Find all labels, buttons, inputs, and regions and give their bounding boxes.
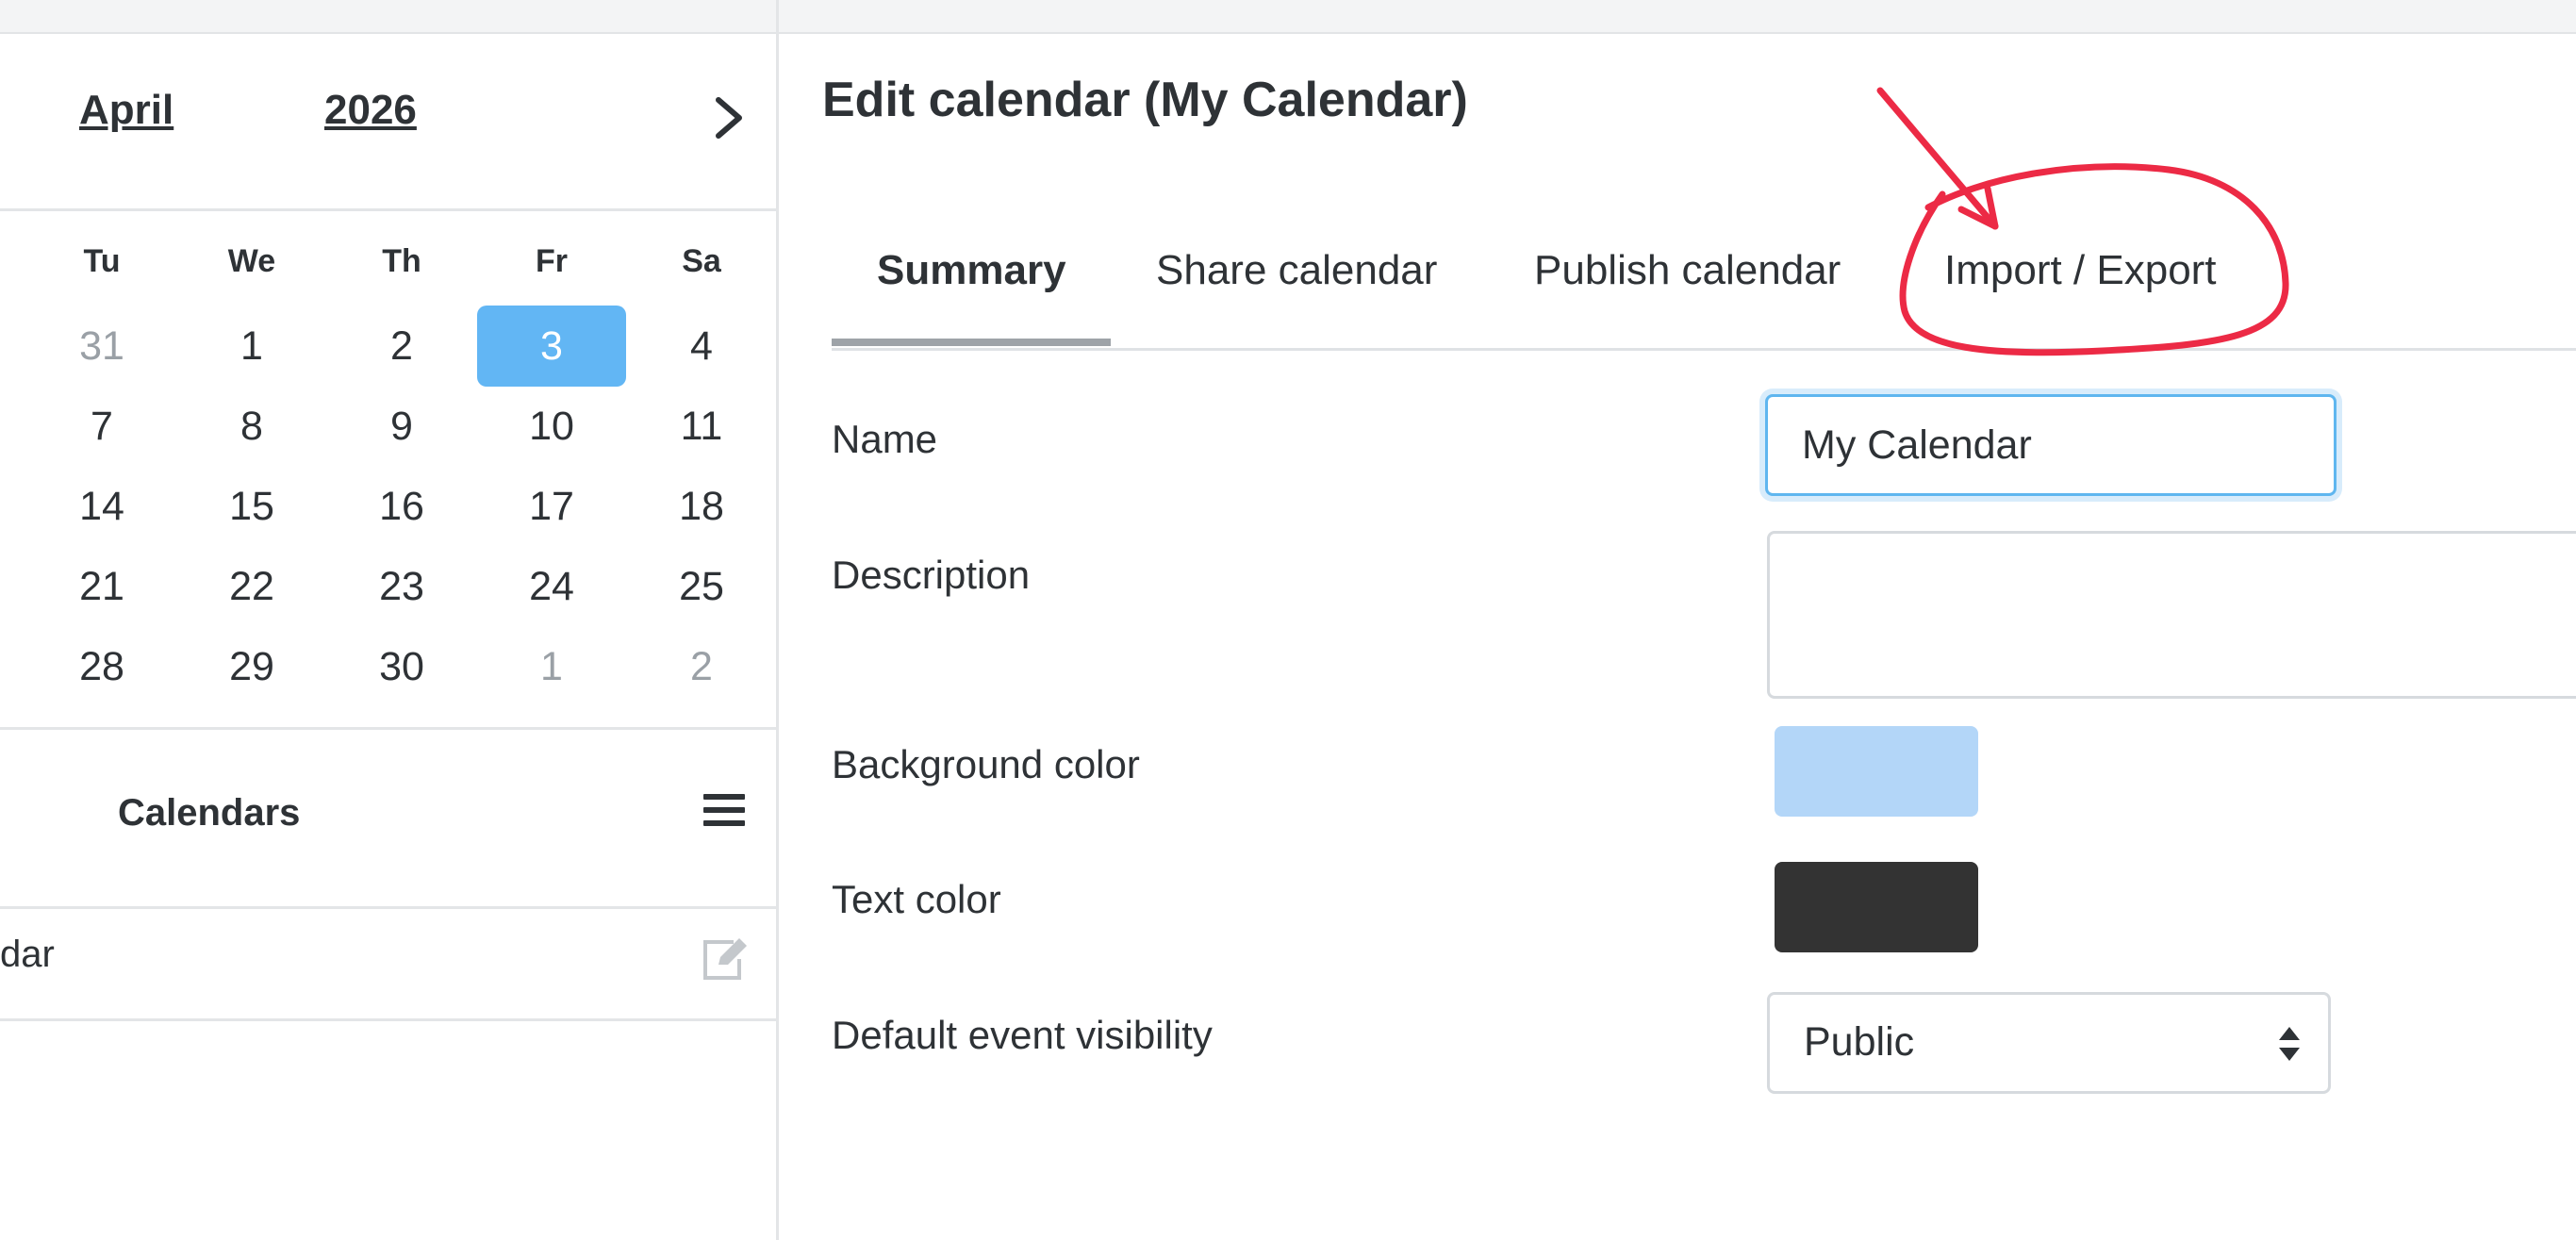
calendar-day-selected[interactable]: 3 <box>477 306 626 387</box>
calendar-day[interactable]: 8 <box>177 386 326 467</box>
hamburger-menu-icon[interactable] <box>703 794 745 832</box>
visibility-selected-value: Public <box>1804 1019 1915 1065</box>
calendar-day[interactable]: 7 <box>27 386 176 467</box>
calendar-day[interactable]: 30 <box>327 626 476 707</box>
calendar-day[interactable]: 22 <box>177 546 326 627</box>
calendar-day[interactable]: 14 <box>27 466 176 547</box>
tabs-divider <box>832 348 2576 351</box>
calendar-day[interactable]: 2 <box>327 306 476 387</box>
weekday-header: Th <box>382 243 421 279</box>
description-label: Description <box>832 553 1031 597</box>
calendar-day[interactable]: 28 <box>27 626 176 707</box>
tab-import-export[interactable]: Import / Export <box>1944 247 2217 294</box>
calendar-list-item-label[interactable]: dar <box>0 934 55 976</box>
calendars-heading: Calendars <box>118 792 301 834</box>
calendar-grid-divider <box>0 727 776 730</box>
text-color-label: Text color <box>832 877 1001 921</box>
calendar-day[interactable]: 21 <box>27 546 176 627</box>
calendar-day[interactable]: 25 <box>627 546 776 627</box>
calendar-list-divider <box>0 1018 776 1021</box>
name-input[interactable] <box>1765 394 2337 496</box>
description-textarea[interactable] <box>1767 531 2576 699</box>
calendars-heading-divider <box>0 906 776 909</box>
weekday-header: Tu <box>83 243 121 279</box>
tab-summary[interactable]: Summary <box>877 247 1066 294</box>
calendar-day[interactable]: 24 <box>477 546 626 627</box>
weekday-header: Sa <box>682 243 721 279</box>
text-color-picker[interactable] <box>1775 862 1978 952</box>
chevron-right-icon[interactable] <box>713 94 747 141</box>
page-title: Edit calendar (My Calendar) <box>822 73 1468 127</box>
calendar-day[interactable]: 29 <box>177 626 326 707</box>
calendar-day[interactable]: 4 <box>627 306 776 387</box>
weekday-header: We <box>227 243 276 279</box>
visibility-select[interactable]: Public <box>1767 992 2331 1094</box>
calendar-day[interactable]: 16 <box>327 466 476 547</box>
calendar-day[interactable]: 18 <box>627 466 776 547</box>
tab-publish-calendar[interactable]: Publish calendar <box>1534 247 1841 294</box>
calendar-day[interactable]: 10 <box>477 386 626 467</box>
month-selector[interactable]: April <box>79 87 173 134</box>
calendar-day[interactable]: 11 <box>627 386 776 467</box>
calendar-day[interactable]: 9 <box>327 386 476 467</box>
weekday-header: Fr <box>536 243 568 279</box>
year-selector[interactable]: 2026 <box>324 87 417 134</box>
edit-icon[interactable] <box>700 936 749 982</box>
calendar-day[interactable]: 17 <box>477 466 626 547</box>
visibility-label: Default event visibility <box>832 1013 1213 1057</box>
name-label: Name <box>832 417 938 461</box>
calendar-day[interactable]: 15 <box>177 466 326 547</box>
calendar-day-other-month[interactable]: 1 <box>477 626 626 707</box>
calendar-day-other-month[interactable]: 2 <box>627 626 776 707</box>
calendar-day[interactable]: 23 <box>327 546 476 627</box>
tab-share-calendar[interactable]: Share calendar <box>1156 247 1437 294</box>
sidebar-divider <box>776 0 779 1240</box>
select-arrows-icon <box>2279 1027 2300 1061</box>
calendar-header-divider <box>0 208 776 211</box>
active-tab-indicator <box>832 339 1111 346</box>
top-toolbar-strip <box>0 0 2576 34</box>
background-color-picker[interactable] <box>1775 726 1978 817</box>
background-color-label: Background color <box>832 742 1140 786</box>
calendar-day[interactable]: 1 <box>177 306 326 387</box>
calendar-day-other-month[interactable]: 31 <box>27 306 176 387</box>
